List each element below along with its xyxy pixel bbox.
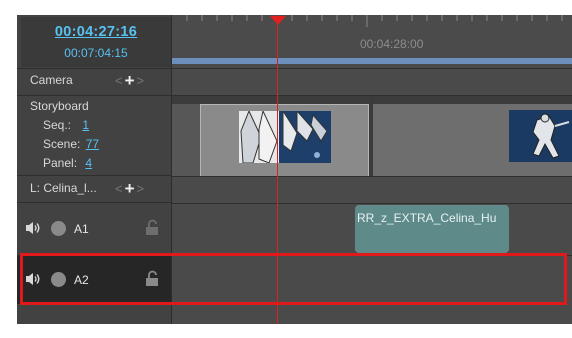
panel-thumbnail-image <box>239 111 331 163</box>
camera-track-lane[interactable] <box>172 68 572 96</box>
audio-track-name: A1 <box>74 222 89 236</box>
duration-timecode: 00:07:04:15 <box>64 46 128 60</box>
layer-track-label: L: Celina_l... <box>30 181 97 195</box>
audio-clip-label: RR_z_EXTRA_Celina_Hu <box>357 211 497 225</box>
ruler-time-label: 00:04:28:00 <box>360 37 424 51</box>
panel-row: Panel: 4 <box>43 156 92 170</box>
storyboard-track-lane[interactable] <box>172 95 572 177</box>
solo-circle-icon[interactable] <box>51 221 66 236</box>
storyboard-track-label: Storyboard <box>30 99 89 113</box>
storyboard-panel-selected[interactable] <box>200 104 369 177</box>
ruler-ticks <box>186 15 563 27</box>
storyboard-panel[interactable] <box>371 104 572 177</box>
scene-label: Scene: <box>43 137 81 151</box>
camera-nav: < + > <box>115 72 144 89</box>
timeline-view: 00:04:27:16 00:07:04:15 Camera < + > Sto… <box>17 15 572 324</box>
panel-link[interactable]: 4 <box>85 156 92 170</box>
seq-row: Seq.: 1 <box>43 118 89 132</box>
layer-nav: < + > <box>115 180 144 197</box>
scene-row: Scene: 77 <box>43 137 99 151</box>
audio-track-a1-header: A1 <box>17 203 171 255</box>
layer-track-lane[interactable] <box>172 176 572 204</box>
seq-link[interactable]: 1 <box>82 118 89 132</box>
highlight-box <box>20 253 567 305</box>
panel-label: Panel: <box>43 156 78 170</box>
time-ruler[interactable]: 00:04:28:00 <box>172 15 572 64</box>
camera-track-label: Camera <box>30 73 73 87</box>
divider <box>17 175 171 176</box>
divider <box>17 95 171 96</box>
timecode-box: 00:04:27:16 00:07:04:15 <box>21 17 171 67</box>
next-camera-button[interactable]: > <box>137 73 145 88</box>
panel-thumbnail-image <box>509 110 572 162</box>
speaker-icon[interactable] <box>25 221 41 235</box>
seq-label: Seq.: <box>43 118 72 132</box>
playhead-handle[interactable] <box>270 16 286 25</box>
scene-link[interactable]: 77 <box>86 137 99 151</box>
playback-range-bar[interactable] <box>172 58 572 64</box>
divider <box>17 68 171 69</box>
prev-camera-button[interactable]: < <box>115 73 123 88</box>
prev-layer-button[interactable]: < <box>115 181 123 196</box>
next-layer-button[interactable]: > <box>137 181 145 196</box>
panel-divider[interactable] <box>369 96 373 177</box>
current-timecode[interactable]: 00:04:27:16 <box>21 24 171 40</box>
add-camera-keyframe-button[interactable]: + <box>125 72 135 89</box>
audio-clip[interactable]: RR_z_EXTRA_Celina_Hu <box>355 205 509 253</box>
unlock-icon[interactable] <box>145 219 159 236</box>
add-layer-keyframe-button[interactable]: + <box>125 180 135 197</box>
audio-a1-lane[interactable]: RR_z_EXTRA_Celina_Hu <box>172 203 572 256</box>
